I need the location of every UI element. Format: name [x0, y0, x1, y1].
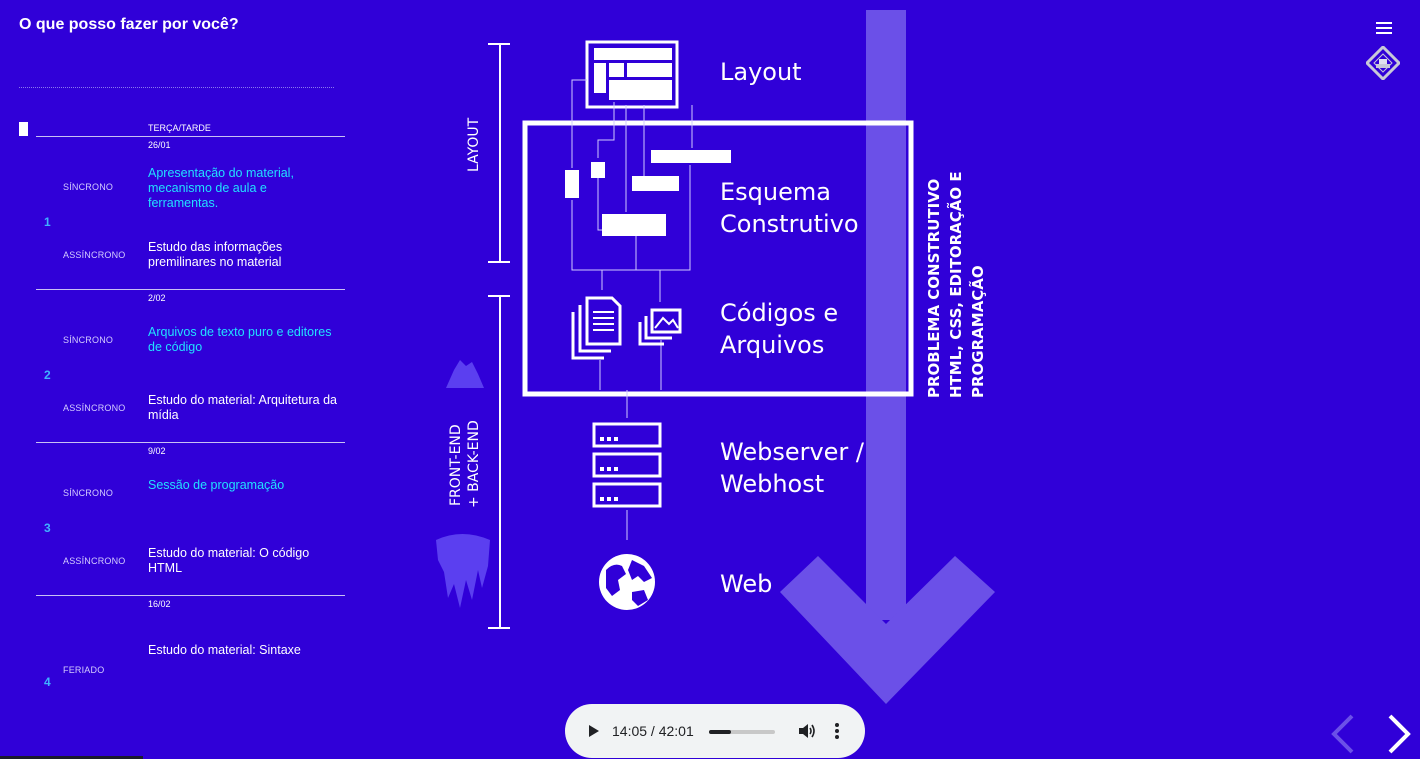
- time-separator: /: [647, 723, 659, 739]
- time-display: 14:05 / 42:01: [612, 723, 694, 739]
- current-time: 14:05: [612, 723, 648, 739]
- step-layout-label: Layout: [720, 58, 802, 86]
- side-label-stack: HTML, CSS, EDITORAÇÃO E: [946, 171, 965, 398]
- chevron-left-icon[interactable]: [1328, 712, 1360, 756]
- step-server-label-2: Webhost: [720, 470, 824, 498]
- side-label-problem: PROBLEMA CONSTRUTIVO: [925, 179, 943, 398]
- step-web-label: Web: [720, 570, 772, 598]
- decorative-stalactite-icon: [436, 534, 490, 608]
- audio-player[interactable]: 14:05 / 42:01: [565, 704, 865, 758]
- bracket-label-backend: + BACK-END: [466, 420, 482, 508]
- bracket-label-layout: LAYOUT: [466, 117, 482, 172]
- server-icon: [592, 422, 662, 508]
- chevron-right-icon[interactable]: [1382, 712, 1414, 756]
- documents-icon: [571, 296, 622, 360]
- bracket-frontend: [488, 295, 510, 629]
- step-schema-label-2: Construtivo: [720, 210, 859, 238]
- menu-bar: [1376, 27, 1392, 29]
- images-icon: [638, 308, 682, 346]
- bracket-layout: [488, 43, 510, 263]
- decorative-peak-icon: [446, 360, 484, 388]
- step-server-label: Webserver /: [720, 438, 865, 466]
- menu-bar: [1376, 22, 1392, 24]
- side-label-programming: PROGRAMAÇÃO: [968, 265, 987, 398]
- step-code-label: Códigos e: [720, 299, 838, 327]
- play-icon[interactable]: [583, 721, 603, 741]
- progress-fill: [709, 730, 732, 734]
- step-code-label-2: Arquivos: [720, 331, 824, 359]
- logo-icon: [1366, 46, 1400, 80]
- hamburger-menu-icon[interactable]: [1376, 22, 1392, 38]
- duration: 42:01: [658, 723, 694, 739]
- volume-icon[interactable]: [797, 721, 817, 741]
- menu-bar: [1376, 32, 1392, 34]
- globe-icon: [599, 554, 655, 610]
- progress-slider[interactable]: [709, 730, 775, 734]
- bracket-label-frontend: FRONT-END: [448, 424, 464, 506]
- construction-box: [522, 120, 914, 397]
- more-vertical-icon[interactable]: [831, 721, 843, 741]
- step-schema-label: Esquema: [720, 178, 831, 206]
- web-process-diagram: LAYOUT FRONT-END + BACK-END Layout Esque…: [436, 10, 995, 704]
- layout-icon: [585, 40, 679, 109]
